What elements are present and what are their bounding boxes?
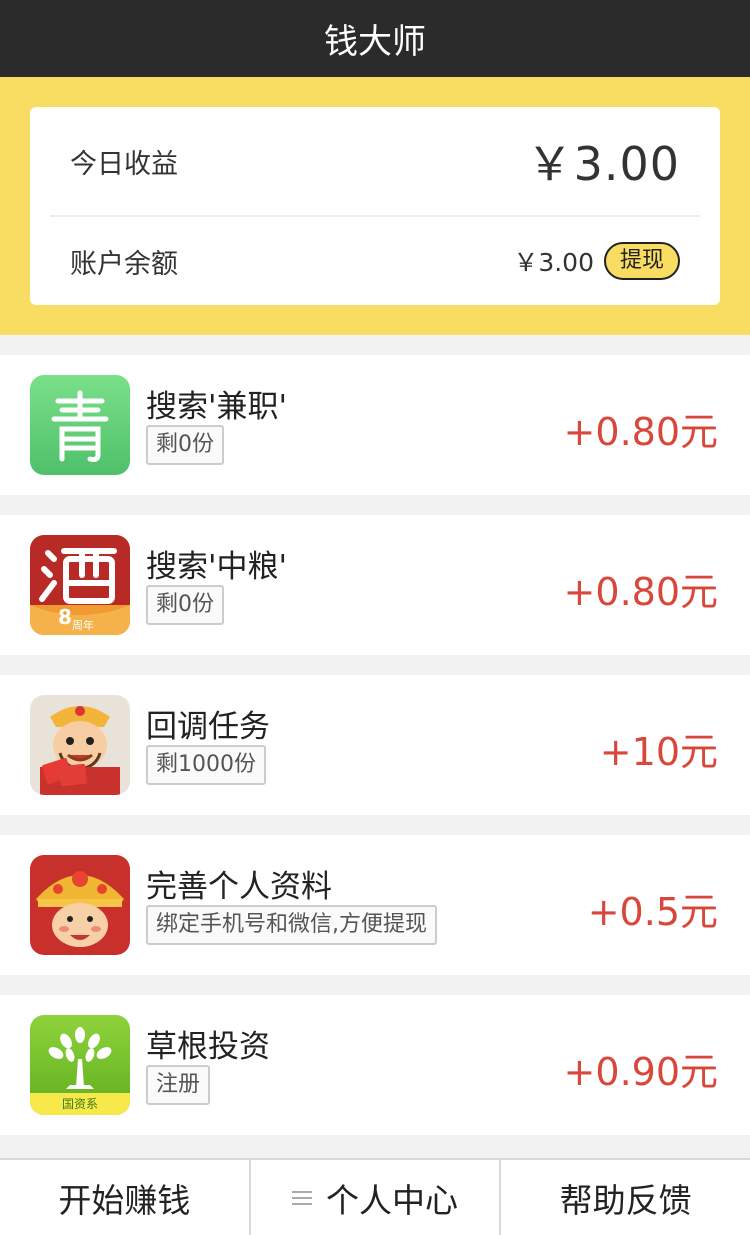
earnings-card: 今日收益 ￥3.00 账户余额 ￥3.00 提现 — [30, 107, 720, 305]
task-item[interactable]: 国资系 草根投资 注册 +0.90元 — [0, 995, 750, 1135]
jiu-app-icon: 8 周年 — [30, 535, 130, 635]
task-item[interactable]: 回调任务 剩1000份 +10元 — [0, 675, 750, 815]
balance-amount: ￥3.00 — [513, 248, 594, 277]
app-title: 钱大师 — [324, 22, 426, 62]
tab-label: 开始赚钱 — [58, 1180, 191, 1220]
tree-app-badge: 国资系 — [61, 1097, 98, 1111]
task-title: 搜索'中粮' — [146, 549, 288, 585]
task-item[interactable]: 完善个人资料 绑定手机号和微信,方便提现 +0.5元 — [0, 835, 750, 975]
tab-help-feedback[interactable]: 帮助反馈 — [499, 1160, 750, 1235]
task-reward: +0.80元 — [563, 570, 718, 614]
anniversary-badge: 8 — [58, 605, 72, 629]
bottom-tab-bar: 开始赚钱 个人中心 帮助反馈 — [0, 1158, 750, 1235]
today-earnings-label: 今日收益 — [70, 148, 178, 180]
task-title: 回调任务 — [146, 709, 270, 745]
anniversary-badge-sub: 周年 — [72, 619, 94, 632]
task-tag: 绑定手机号和微信,方便提现 — [146, 905, 437, 945]
tree-app-icon: 国资系 — [30, 1015, 130, 1115]
caishen-crown-icon — [30, 855, 130, 955]
task-title: 搜索'兼职' — [146, 389, 288, 425]
task-reward: +0.5元 — [587, 890, 718, 934]
tab-start-earning[interactable]: 开始赚钱 — [0, 1160, 249, 1235]
task-item[interactable]: 搜索'兼职' 剩0份 +0.80元 — [0, 355, 750, 495]
menu-icon — [292, 1190, 312, 1205]
caishen-character-icon — [30, 695, 130, 795]
task-title: 完善个人资料 — [146, 869, 332, 905]
app-title-bar: 钱大师 — [0, 0, 750, 77]
today-earnings-amount: ￥3.00 — [526, 137, 680, 191]
task-item[interactable]: 8 周年 搜索'中粮' 剩0份 +0.80元 — [0, 515, 750, 655]
tab-label: 个人中心 — [326, 1180, 458, 1220]
task-reward: +10元 — [599, 730, 718, 774]
task-tag: 剩0份 — [146, 585, 224, 625]
task-reward: +0.80元 — [563, 410, 718, 454]
qing-app-icon — [30, 375, 130, 475]
tab-personal-center[interactable]: 个人中心 — [248, 1160, 500, 1235]
task-reward: +0.90元 — [563, 1050, 718, 1094]
tab-label: 帮助反馈 — [559, 1180, 692, 1220]
task-tag: 剩0份 — [146, 425, 224, 465]
task-tag: 剩1000份 — [146, 745, 266, 785]
withdraw-button[interactable]: 提现 — [603, 242, 680, 280]
balance-label: 账户余额 — [70, 248, 178, 280]
task-title: 草根投资 — [146, 1029, 270, 1065]
task-tag: 注册 — [146, 1065, 211, 1105]
